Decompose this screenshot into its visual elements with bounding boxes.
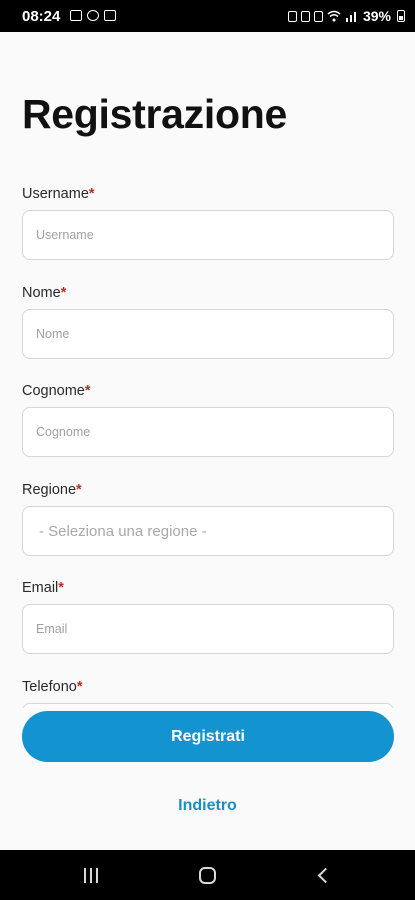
home-button[interactable] (194, 863, 220, 887)
telefono-input[interactable] (22, 703, 394, 708)
username-input[interactable] (22, 210, 394, 260)
sim-icon (287, 10, 297, 22)
required-mark: * (76, 679, 83, 695)
cognome-label: Cognome* (22, 383, 91, 399)
nome-label: Nome* (22, 285, 67, 301)
regione-select-placeholder: - Seleziona una regione - (39, 522, 207, 540)
required-mark: * (76, 482, 82, 498)
cognome-input[interactable] (22, 407, 394, 457)
email-input[interactable] (22, 604, 394, 654)
regione-label: Regione* (22, 482, 82, 498)
nome-input[interactable] (22, 309, 394, 359)
regione-select[interactable]: - Seleziona una regione - (22, 506, 394, 556)
telefono-field-group: Telefono* (22, 678, 394, 708)
back-button[interactable] (310, 863, 336, 887)
status-bar: 08:24 39% (0, 0, 415, 32)
nome-field-group: Nome* (22, 284, 394, 359)
page-title: Registrazione (22, 91, 287, 137)
status-right: 39% (287, 8, 405, 24)
home-icon (198, 866, 216, 884)
email-label: Email* (22, 580, 64, 596)
navigation-bar (0, 850, 415, 900)
username-field-group: Username* (22, 185, 394, 260)
recents-button[interactable] (78, 863, 104, 887)
battery-icon (397, 10, 405, 22)
battery-percent: 39% (362, 8, 391, 24)
whatsapp-icon (87, 10, 99, 21)
status-left-icons (70, 10, 116, 21)
signal-icon (345, 12, 356, 22)
mute-icon (313, 10, 323, 22)
gallery-icon (70, 10, 82, 21)
alarm-icon (300, 10, 310, 22)
required-mark: * (60, 285, 67, 301)
regione-field-group: Regione* - Seleziona una regione - (22, 481, 394, 556)
register-button[interactable]: Registrati (22, 711, 394, 762)
registration-form[interactable]: Username* Nome* Cognome* Regione* - Sele… (0, 170, 415, 708)
username-label: Username* (22, 186, 95, 202)
required-mark: * (84, 383, 91, 399)
recents-icon (84, 867, 98, 883)
wifi-icon (327, 10, 341, 22)
cognome-field-group: Cognome* (22, 382, 394, 457)
back-link[interactable]: Indietro (0, 797, 415, 815)
required-mark: * (88, 186, 95, 202)
required-mark: * (58, 580, 64, 596)
telefono-label: Telefono* (22, 679, 83, 695)
email-field-group: Email* (22, 579, 394, 654)
back-icon (317, 867, 334, 883)
status-time: 08:24 (22, 8, 61, 25)
notification-icon (104, 10, 116, 21)
